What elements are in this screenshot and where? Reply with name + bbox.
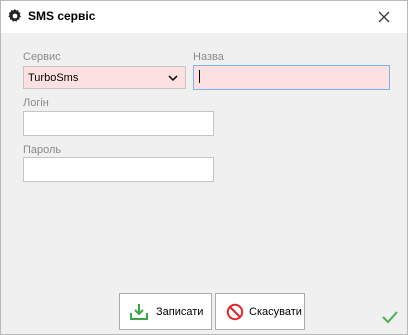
service-select[interactable]: TurboSms	[23, 66, 186, 89]
login-label: Логін	[23, 97, 49, 109]
cancel-button[interactable]: Скасувати	[215, 293, 305, 330]
login-input[interactable]	[23, 111, 214, 136]
dialog-window: SMS сервіс Сервис TurboSms Назва Логін П…	[0, 0, 408, 335]
close-icon	[378, 11, 390, 23]
checkmark-icon	[382, 311, 398, 324]
save-button[interactable]: Записати	[119, 293, 212, 330]
save-button-label: Записати	[156, 306, 204, 318]
service-label: Сервис	[23, 51, 61, 63]
text-caret	[199, 70, 200, 83]
password-input[interactable]	[23, 157, 214, 182]
gear-icon	[8, 9, 21, 22]
service-select-value: TurboSms	[28, 72, 79, 84]
window-title: SMS сервіс	[28, 9, 96, 23]
name-label: Назва	[193, 51, 224, 63]
title-bar: SMS сервіс	[1, 1, 407, 33]
cancel-button-label: Скасувати	[249, 306, 302, 318]
save-download-icon	[130, 304, 148, 320]
cancel-icon	[226, 303, 244, 321]
close-button[interactable]	[373, 7, 395, 27]
chevron-down-icon	[168, 75, 178, 82]
password-label: Пароль	[23, 144, 62, 156]
name-input[interactable]	[193, 65, 390, 90]
